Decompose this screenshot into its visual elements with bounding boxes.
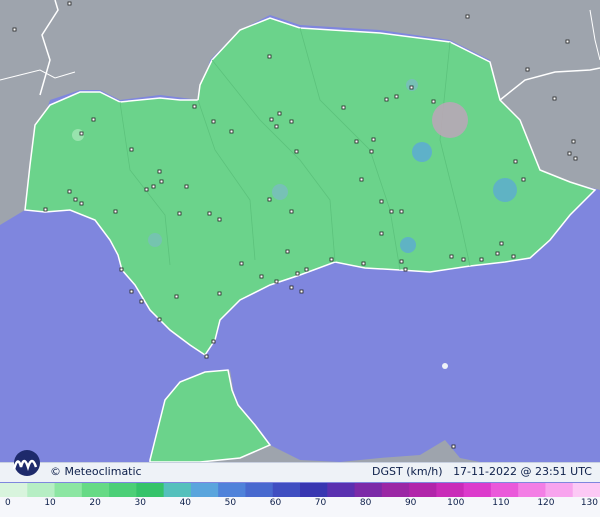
color-scale-tick-label: 110 [492, 498, 510, 508]
color-scale-swatch [409, 483, 437, 497]
credit-text: © Meteoclimatic [50, 465, 142, 478]
color-scale-tick-label: 20 [89, 498, 101, 508]
color-scale-swatch [218, 483, 246, 497]
color-scale-swatch [27, 483, 56, 497]
color-scale-tick-label: 50 [224, 498, 237, 508]
color-scale-swatch [354, 483, 383, 497]
color-scale-swatch [463, 483, 492, 497]
color-scale-tick-label: 10 [44, 498, 56, 508]
color-scale-swatch [490, 483, 519, 497]
color-scale-ticks: 0 10 20 30 40 50 60 70 80 90 100 110 120 130 [0, 498, 600, 514]
gust-area [148, 233, 162, 247]
color-scale: 0 10 20 30 40 50 60 70 80 90 100 110 120 130 [0, 483, 600, 517]
color-scale-swatch [0, 483, 28, 497]
color-scale-swatch [81, 483, 110, 497]
wind-gust-map [0, 0, 600, 517]
color-scale-swatch [136, 483, 165, 497]
color-scale-tick-label: 120 [537, 498, 555, 508]
color-scale-swatch [572, 483, 600, 497]
color-scale-tick-label: 40 [179, 498, 192, 508]
color-scale-swatch [436, 483, 465, 497]
color-scale-tick-label: 80 [359, 498, 372, 508]
color-scale-tick-label: 90 [404, 498, 417, 508]
color-scale-swatch [109, 483, 137, 497]
color-scale-tick-label: 0 [5, 498, 11, 508]
gust-area [400, 237, 416, 253]
color-scale-swatch [190, 483, 219, 497]
color-scale-swatch [381, 483, 410, 497]
color-scale-tick-label: 100 [447, 498, 465, 508]
color-scale-swatch [518, 483, 546, 497]
color-scale-swatch [300, 483, 328, 497]
color-scale-tick-label: 30 [134, 498, 146, 508]
color-scale-swatch [54, 483, 83, 497]
gust-area [272, 184, 288, 200]
island [442, 363, 448, 369]
color-scale-swatch [272, 483, 301, 497]
gust-area [412, 142, 432, 162]
color-scale-tick-label: 70 [314, 498, 327, 508]
color-scale-bar [0, 483, 600, 497]
gust-area [493, 178, 517, 202]
variable-label: DGST (km/h) [372, 465, 443, 478]
color-scale-swatch [245, 483, 274, 497]
color-scale-swatch [545, 483, 574, 497]
color-scale-tick-label: 130 [580, 498, 598, 508]
gust-maximum-area [432, 102, 468, 138]
legend-title: DGST (km/h) 17-11-2022 @ 23:51 UTC [372, 465, 592, 478]
timestamp: 17-11-2022 @ 23:51 UTC [453, 465, 592, 478]
color-scale-swatch [163, 483, 192, 497]
color-scale-swatch [327, 483, 356, 497]
meteoclimatic-logo [12, 450, 40, 476]
color-scale-tick-label: 60 [269, 498, 282, 508]
